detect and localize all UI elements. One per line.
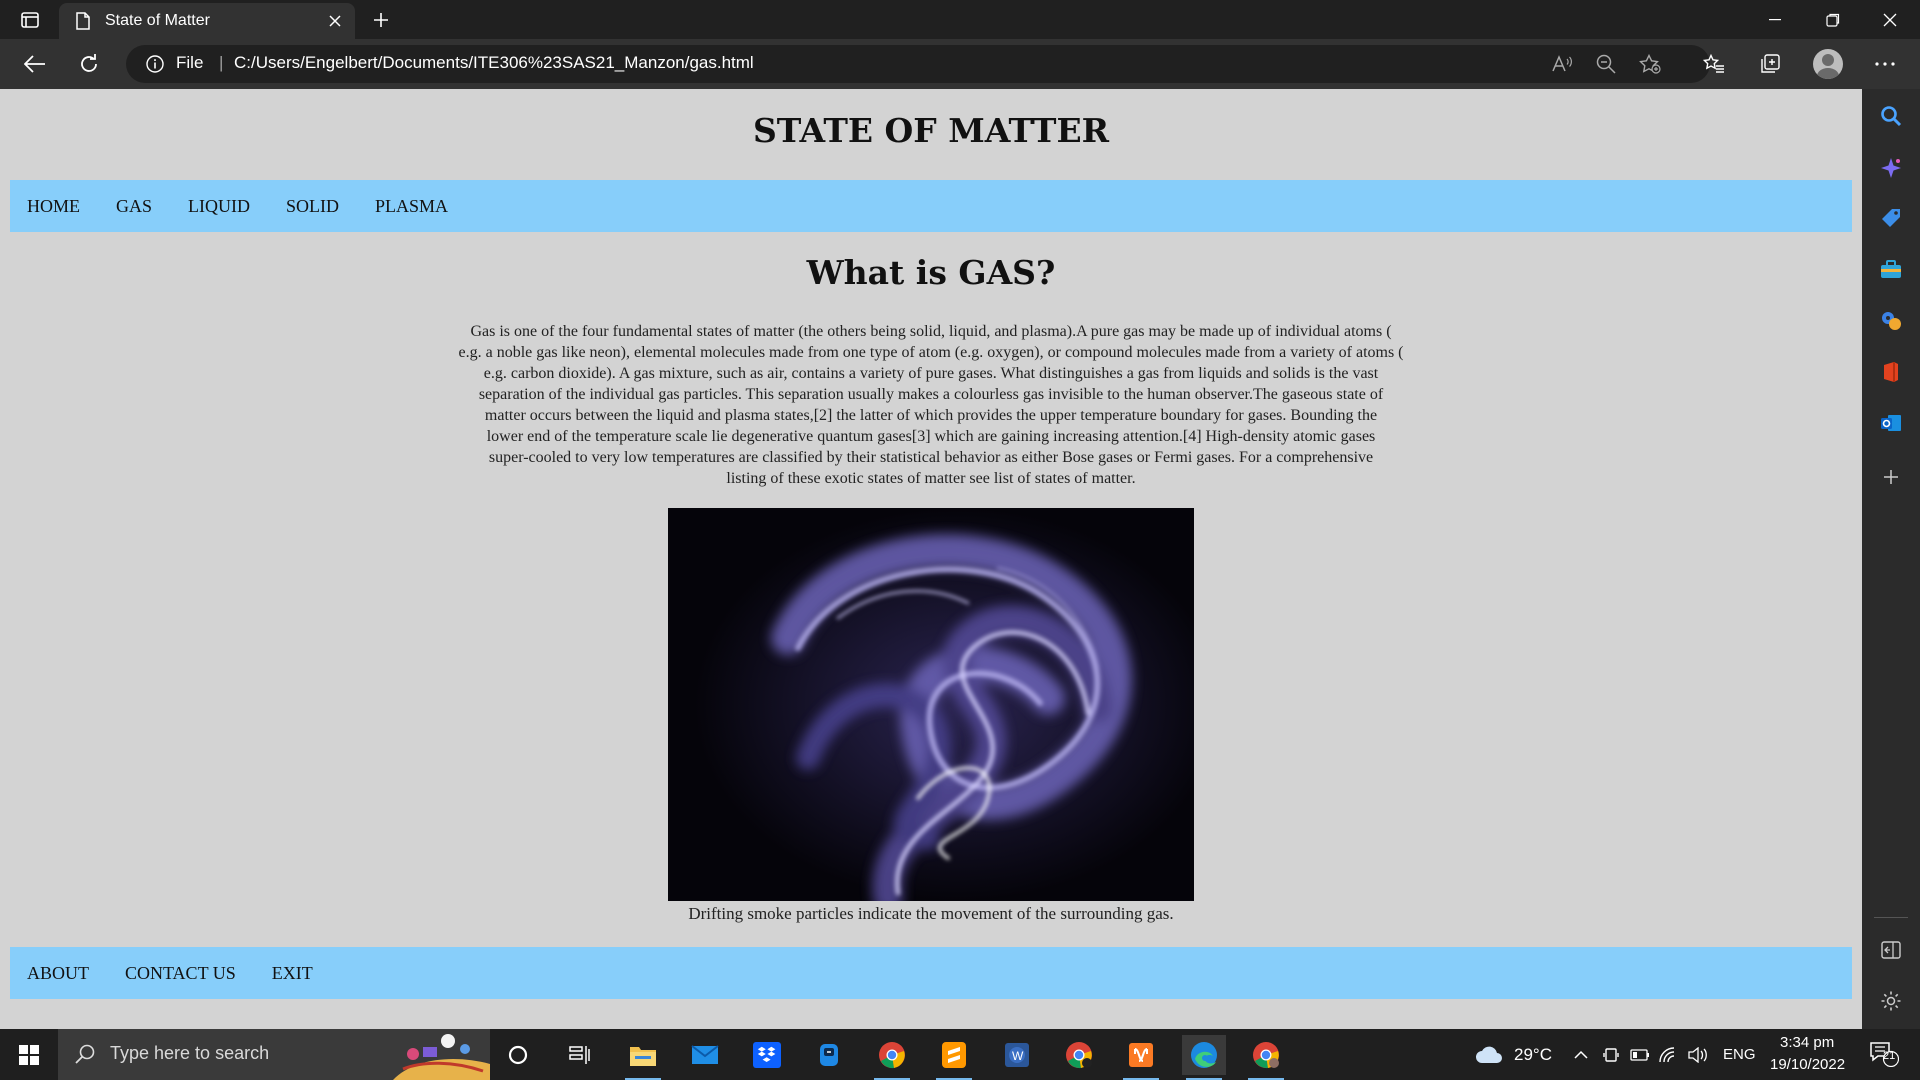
minimize-icon[interactable] xyxy=(1747,0,1803,39)
article-line: e.g. a noble gas like neon), elemental m… xyxy=(458,344,1404,361)
taskbar-search-box[interactable]: Type here to search xyxy=(58,1029,490,1080)
sparkle-icon[interactable] xyxy=(1879,156,1903,180)
article-line: super-cooled to very low temperatures ar… xyxy=(488,449,1374,466)
volume-icon[interactable] xyxy=(1688,1045,1708,1065)
article-text: Gas is one of the four fundamental state… xyxy=(396,321,1466,489)
new-tab-icon[interactable] xyxy=(366,6,396,34)
nav-gas[interactable]: GAS xyxy=(116,196,152,217)
search-placeholder: Type here to search xyxy=(110,1043,270,1063)
nav-solid[interactable]: SOLID xyxy=(286,196,339,217)
refresh-icon[interactable] xyxy=(72,48,106,80)
section-title: What is GAS? xyxy=(806,253,1056,292)
clock-date[interactable]: 19/10/2022 xyxy=(1770,1056,1845,1073)
page-icon xyxy=(75,12,93,30)
task-view-icon[interactable] xyxy=(558,1035,602,1075)
games-icon[interactable] xyxy=(1879,309,1903,333)
mail-icon[interactable] xyxy=(683,1035,727,1075)
edge-sidebar xyxy=(1862,89,1920,1029)
office-icon[interactable] xyxy=(1879,360,1903,384)
article-line: listing of these exotic states of matter… xyxy=(726,470,1136,487)
article-line: e.g. carbon dioxide). A gas mixture, suc… xyxy=(483,365,1379,382)
article-line: Gas is one of the four fundamental state… xyxy=(470,323,1392,340)
nav-liquid[interactable]: LIQUID xyxy=(188,196,250,217)
tools-icon[interactable] xyxy=(1879,258,1903,282)
dropbox-icon[interactable] xyxy=(745,1035,789,1075)
clock-time[interactable]: 3:34 pm xyxy=(1780,1034,1834,1051)
file-explorer-icon[interactable] xyxy=(621,1035,665,1080)
footer-nav: ABOUT CONTACT US EXIT xyxy=(10,947,1852,999)
svg-text:W: W xyxy=(1012,1049,1024,1063)
shopping-tag-icon[interactable] xyxy=(1879,207,1903,231)
info-icon[interactable] xyxy=(146,55,164,73)
article-line: lower end of the temperature scale lie d… xyxy=(486,428,1376,445)
nav-home[interactable]: HOME xyxy=(27,196,80,217)
browser-title-bar: State of Matter xyxy=(0,0,1920,39)
footer-about[interactable]: ABOUT xyxy=(27,963,89,984)
edge-icon[interactable] xyxy=(1182,1035,1226,1080)
close-tab-icon[interactable] xyxy=(321,7,349,35)
back-icon[interactable] xyxy=(18,48,52,80)
sublime-text-icon[interactable] xyxy=(932,1035,976,1080)
sidebar-divider xyxy=(1874,917,1908,918)
address-bar[interactable]: File | C:/Users/Engelbert/Documents/ITE3… xyxy=(126,45,1710,83)
article-line: matter occurs between the liquid and pla… xyxy=(484,407,1378,424)
chevron-up-icon[interactable] xyxy=(1571,1045,1591,1065)
wifi-icon[interactable] xyxy=(1658,1045,1678,1065)
tab-actions-icon[interactable] xyxy=(14,8,46,32)
security-app-icon[interactable] xyxy=(807,1035,851,1075)
close-window-icon[interactable] xyxy=(1862,0,1918,39)
outlook-icon[interactable] xyxy=(1879,411,1903,435)
main-nav: HOME GAS LIQUID SOLID PLASMA xyxy=(10,180,1852,232)
search-glass-icon xyxy=(74,1043,96,1070)
footer-contact[interactable]: CONTACT US xyxy=(125,963,236,984)
zoom-out-icon[interactable] xyxy=(1594,53,1618,75)
hide-sidebar-icon[interactable] xyxy=(1879,938,1903,962)
favorites-icon[interactable] xyxy=(1697,48,1731,80)
settings-gear-icon[interactable] xyxy=(1879,989,1903,1013)
chrome-secondary-icon[interactable] xyxy=(1244,1035,1288,1080)
article-line: separation of the individual gas particl… xyxy=(478,386,1384,403)
figure-caption: Drifting smoke particles indicate the mo… xyxy=(688,904,1174,923)
footer-exit[interactable]: EXIT xyxy=(272,963,313,984)
collections-icon[interactable] xyxy=(1753,48,1787,80)
input-language[interactable]: ENG xyxy=(1723,1046,1756,1063)
smoke-image xyxy=(668,508,1194,901)
word-icon[interactable]: W xyxy=(995,1035,1039,1075)
notification-count-badge: 21 xyxy=(1883,1050,1896,1062)
chrome-profile-icon[interactable] xyxy=(1057,1035,1101,1075)
search-highlight-art xyxy=(393,1029,490,1080)
page-viewport: STATE OF MATTER HOME GAS LIQUID SOLID PL… xyxy=(0,89,1862,1029)
windows-taskbar: Type here to search W 29°C ENG 3:34 pm 1… xyxy=(0,1029,1920,1080)
windows-start-icon[interactable] xyxy=(0,1029,58,1080)
search-icon[interactable] xyxy=(1879,104,1903,128)
add-icon[interactable] xyxy=(1879,465,1903,489)
address-separator: | xyxy=(219,53,224,72)
weather-temperature[interactable]: 29°C xyxy=(1514,1045,1552,1065)
restore-icon[interactable] xyxy=(1805,0,1861,39)
xampp-icon[interactable] xyxy=(1119,1035,1163,1080)
battery-icon[interactable] xyxy=(1630,1045,1650,1065)
scheme-label: File xyxy=(176,53,204,72)
read-aloud-icon[interactable] xyxy=(1550,53,1574,75)
profile-avatar[interactable] xyxy=(1813,49,1843,79)
browser-tab[interactable]: State of Matter xyxy=(59,3,355,39)
browser-toolbar: File | C:/Users/Engelbert/Documents/ITE3… xyxy=(0,39,1920,89)
url-text[interactable]: C:/Users/Engelbert/Documents/ITE306%23SA… xyxy=(234,53,754,73)
nav-plasma[interactable]: PLASMA xyxy=(375,196,448,217)
more-options-icon[interactable] xyxy=(1868,48,1902,80)
weather-cloud-icon[interactable] xyxy=(1474,1045,1504,1065)
device-icon[interactable] xyxy=(1601,1045,1621,1065)
add-favorite-icon[interactable] xyxy=(1638,53,1662,75)
page-title: STATE OF MATTER xyxy=(752,111,1110,150)
chrome-icon[interactable] xyxy=(870,1035,914,1080)
cortana-icon[interactable] xyxy=(496,1035,540,1075)
tab-title: State of Matter xyxy=(105,12,210,29)
